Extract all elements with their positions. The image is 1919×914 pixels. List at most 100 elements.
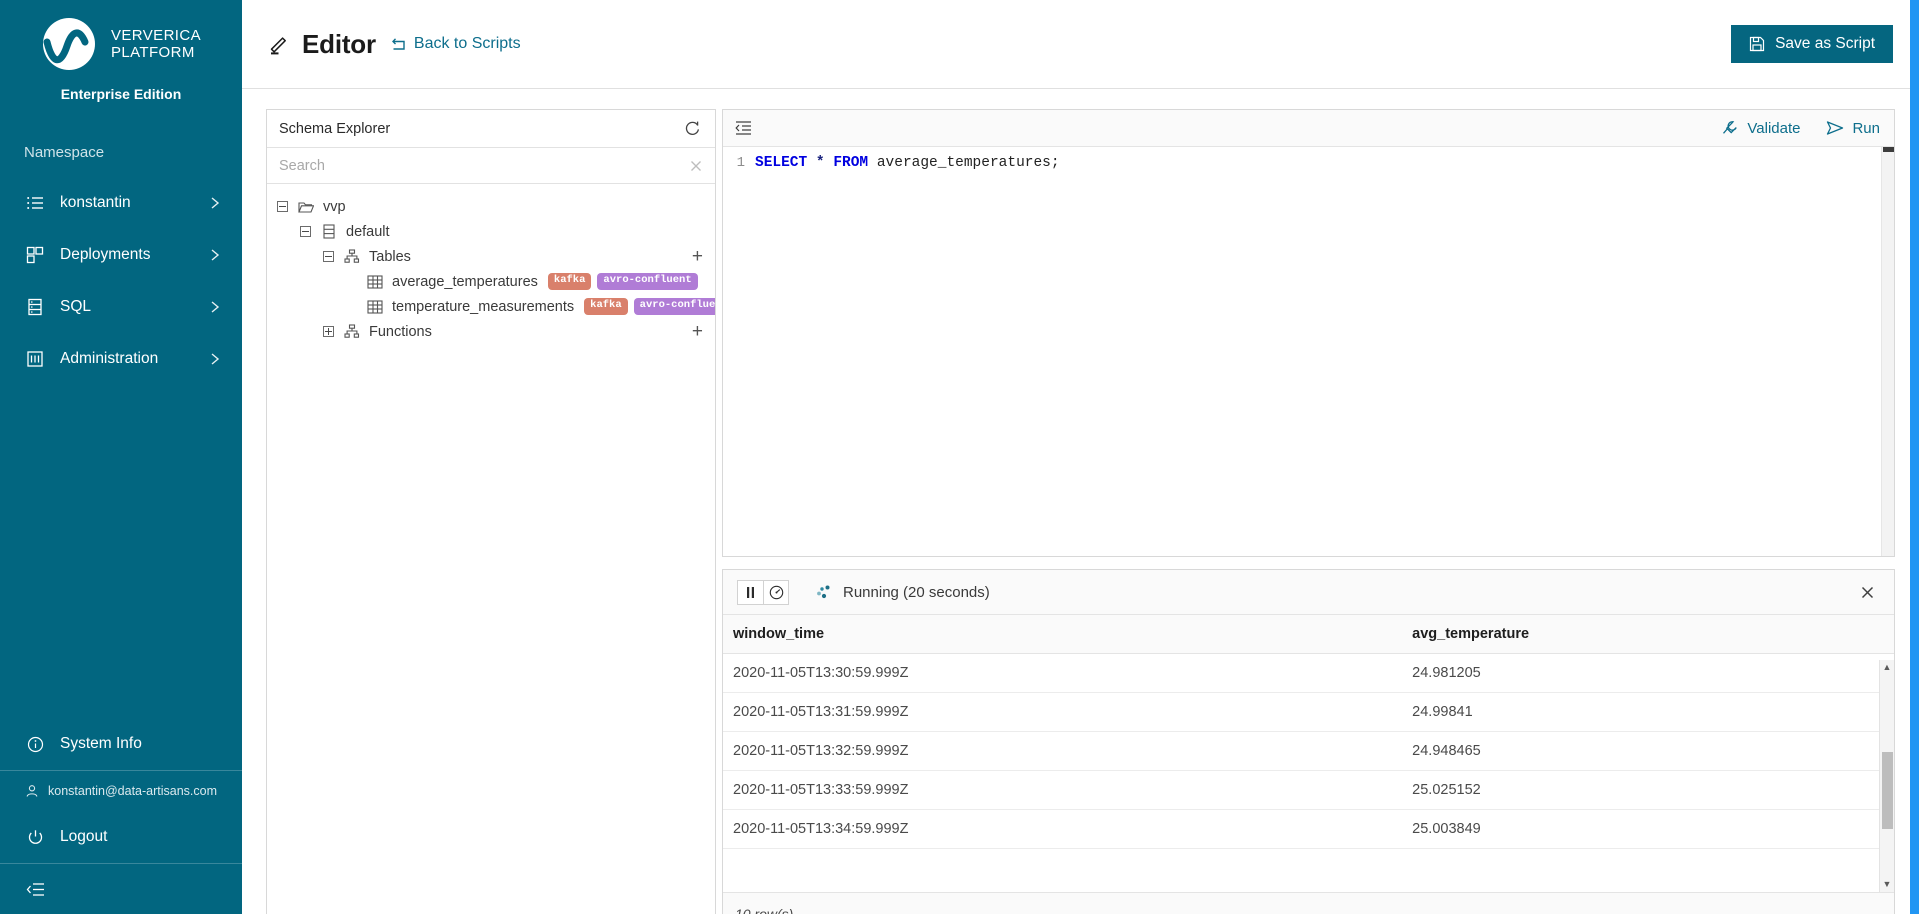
refresh-icon[interactable] [684, 120, 701, 137]
sidebar-bottom: System Info konstantin@data-artisans.com [0, 718, 242, 914]
back-arrow-icon [390, 36, 407, 53]
close-x-icon[interactable] [1854, 579, 1880, 605]
floppy-disk-icon [1749, 36, 1765, 52]
sidebar-item-sql[interactable]: SQL [0, 281, 242, 333]
back-to-scripts-link[interactable]: Back to Scripts [390, 35, 521, 53]
cell-window-time: 2020-11-05T13:32:59.999Z [723, 731, 1403, 771]
app-root: VERVERICA PLATFORM Enterprise Edition Na… [0, 0, 1919, 914]
add-table-button[interactable]: + [684, 247, 703, 266]
user-icon [24, 783, 40, 799]
editor-vertical-scrollbar[interactable] [1881, 147, 1894, 556]
brand-block: VERVERICA PLATFORM Enterprise Edition [0, 0, 242, 102]
browser-scrollbar[interactable] [1910, 0, 1919, 914]
table-row[interactable]: 2020-11-05T13:32:59.999Z 24.948465 [723, 731, 1894, 771]
editor-scroll-thumb[interactable] [1883, 147, 1894, 152]
sql-keyword-from: FROM [833, 155, 869, 171]
sql-keyword-select: SELECT [755, 155, 808, 171]
tree-node-average-temperatures[interactable]: average_temperatures kafka avro-confluen… [267, 269, 715, 294]
results-table-body: 2020-11-05T13:30:59.999Z 24.981205 2020-… [723, 653, 1894, 849]
results-control-group [737, 579, 789, 605]
column-header-avg-temperature[interactable]: avg_temperature [1402, 615, 1894, 654]
tree-node-label: Functions [369, 323, 432, 340]
format-indent-icon[interactable] [735, 120, 752, 136]
table-badges: kafka avro-confluent [547, 273, 698, 290]
brand-row: VERVERICA PLATFORM [41, 16, 201, 72]
results-vertical-scrollbar[interactable]: ▲ ▼ [1879, 660, 1894, 892]
collapse-toggle-icon[interactable] [300, 226, 311, 237]
tree-node-vvp[interactable]: vvp [267, 194, 715, 219]
schema-explorer-title: Schema Explorer [279, 120, 391, 137]
sidebar-item-label: konstantin [60, 194, 131, 211]
table-row[interactable]: 2020-11-05T13:33:59.999Z 25.025152 [723, 770, 1894, 810]
cell-avg-temperature: 24.99841 [1402, 692, 1894, 732]
results-table-head: window_time avg_temperature [723, 615, 1894, 654]
sidebar-item-label: Administration [60, 350, 159, 367]
results-status-text: Running (20 seconds) [843, 583, 990, 601]
line-number: 1 [736, 155, 745, 171]
schema-explorer-header: Schema Explorer [267, 110, 715, 148]
column-header-window-time[interactable]: window_time [723, 615, 1403, 654]
deployments-grid-icon [24, 244, 46, 266]
line-number-gutter: 1 [723, 147, 745, 556]
badge-kafka: kafka [547, 273, 592, 290]
tree-node-default[interactable]: default [267, 219, 715, 244]
cell-window-time: 2020-11-05T13:34:59.999Z [723, 809, 1403, 849]
results-table-wrapper[interactable]: window_time avg_temperature 2020-11-05T1… [723, 615, 1894, 892]
sidebar-collapse-button[interactable] [0, 864, 242, 914]
play-send-icon [1826, 120, 1844, 136]
bank-icon [24, 348, 46, 370]
tree-node-tables[interactable]: Tables + [267, 244, 715, 269]
sidebar-item-administration[interactable]: Administration [0, 333, 242, 385]
brand-name-line1: VERVERICA [110, 27, 202, 44]
triangle-up-icon[interactable]: ▲ [1883, 660, 1892, 675]
sidebar-item-logout[interactable]: Logout [0, 811, 242, 863]
run-button[interactable]: Run [1826, 120, 1880, 137]
tree-node-temperature-measurements[interactable]: temperature_measurements kafka avro-conf… [267, 294, 715, 319]
info-circle-icon [24, 733, 46, 755]
hierarchy-icon [343, 323, 360, 340]
chevron-right-icon [210, 196, 220, 210]
sidebar-item-system-info[interactable]: System Info [0, 718, 242, 770]
expand-toggle-icon[interactable] [323, 326, 334, 337]
hierarchy-icon [343, 248, 360, 265]
validate-button[interactable]: Validate [1722, 120, 1800, 137]
close-x-icon[interactable] [689, 159, 703, 173]
save-as-script-button[interactable]: Save as Script [1731, 25, 1893, 63]
table-row[interactable]: 2020-11-05T13:34:59.999Z 25.003849 [723, 809, 1894, 849]
brand-edition: Enterprise Edition [60, 86, 182, 102]
results-toolbar: Running (20 seconds) [723, 570, 1894, 615]
pause-icon[interactable] [738, 581, 763, 604]
triangle-down-icon[interactable]: ▼ [1883, 877, 1892, 892]
sidebar-nav: Namespace konstantin Deployments SQL Adm… [0, 144, 242, 385]
collapse-toggle-icon[interactable] [277, 201, 288, 212]
pencil-icon [268, 33, 290, 55]
run-label: Run [1852, 119, 1880, 137]
sidebar-item-konstantin[interactable]: konstantin [0, 177, 242, 229]
tree-node-label: vvp [323, 198, 346, 215]
gauge-icon[interactable] [763, 580, 788, 604]
sidebar-item-label: Logout [60, 828, 108, 845]
brand-name-line2: PLATFORM [110, 44, 195, 61]
collapse-toggle-icon[interactable] [323, 251, 334, 262]
results-table: window_time avg_temperature 2020-11-05T1… [723, 615, 1894, 849]
sidebar-item-deployments[interactable]: Deployments [0, 229, 242, 281]
sql-code-text[interactable]: SELECT * FROM average_temperatures; [745, 147, 1894, 556]
add-function-button[interactable]: + [684, 322, 703, 341]
validate-label: Validate [1747, 119, 1801, 137]
table-row[interactable]: 2020-11-05T13:31:59.999Z 24.99841 [723, 692, 1894, 732]
sql-space-1 [807, 155, 816, 171]
search-input[interactable] [279, 157, 689, 174]
list-icon [24, 192, 46, 214]
save-as-script-label: Save as Script [1775, 35, 1875, 52]
browser-scroll-thumb[interactable] [1910, 0, 1919, 914]
sql-code-area[interactable]: 1 SELECT * FROM average_temperatures; [723, 147, 1894, 556]
main-area: Editor Back to Scripts Save as Script Sc… [242, 0, 1919, 914]
results-scroll-thumb[interactable] [1882, 751, 1893, 829]
chevron-right-icon [210, 248, 220, 262]
cell-avg-temperature: 25.025152 [1402, 770, 1894, 810]
results-scroll-track[interactable] [1880, 675, 1894, 877]
tree-node-functions[interactable]: Functions + [267, 319, 715, 344]
chevron-right-icon [210, 352, 220, 366]
content-area: Schema Explorer Search vvp default Table… [242, 89, 1919, 914]
table-row[interactable]: 2020-11-05T13:30:59.999Z 24.981205 [723, 653, 1894, 693]
